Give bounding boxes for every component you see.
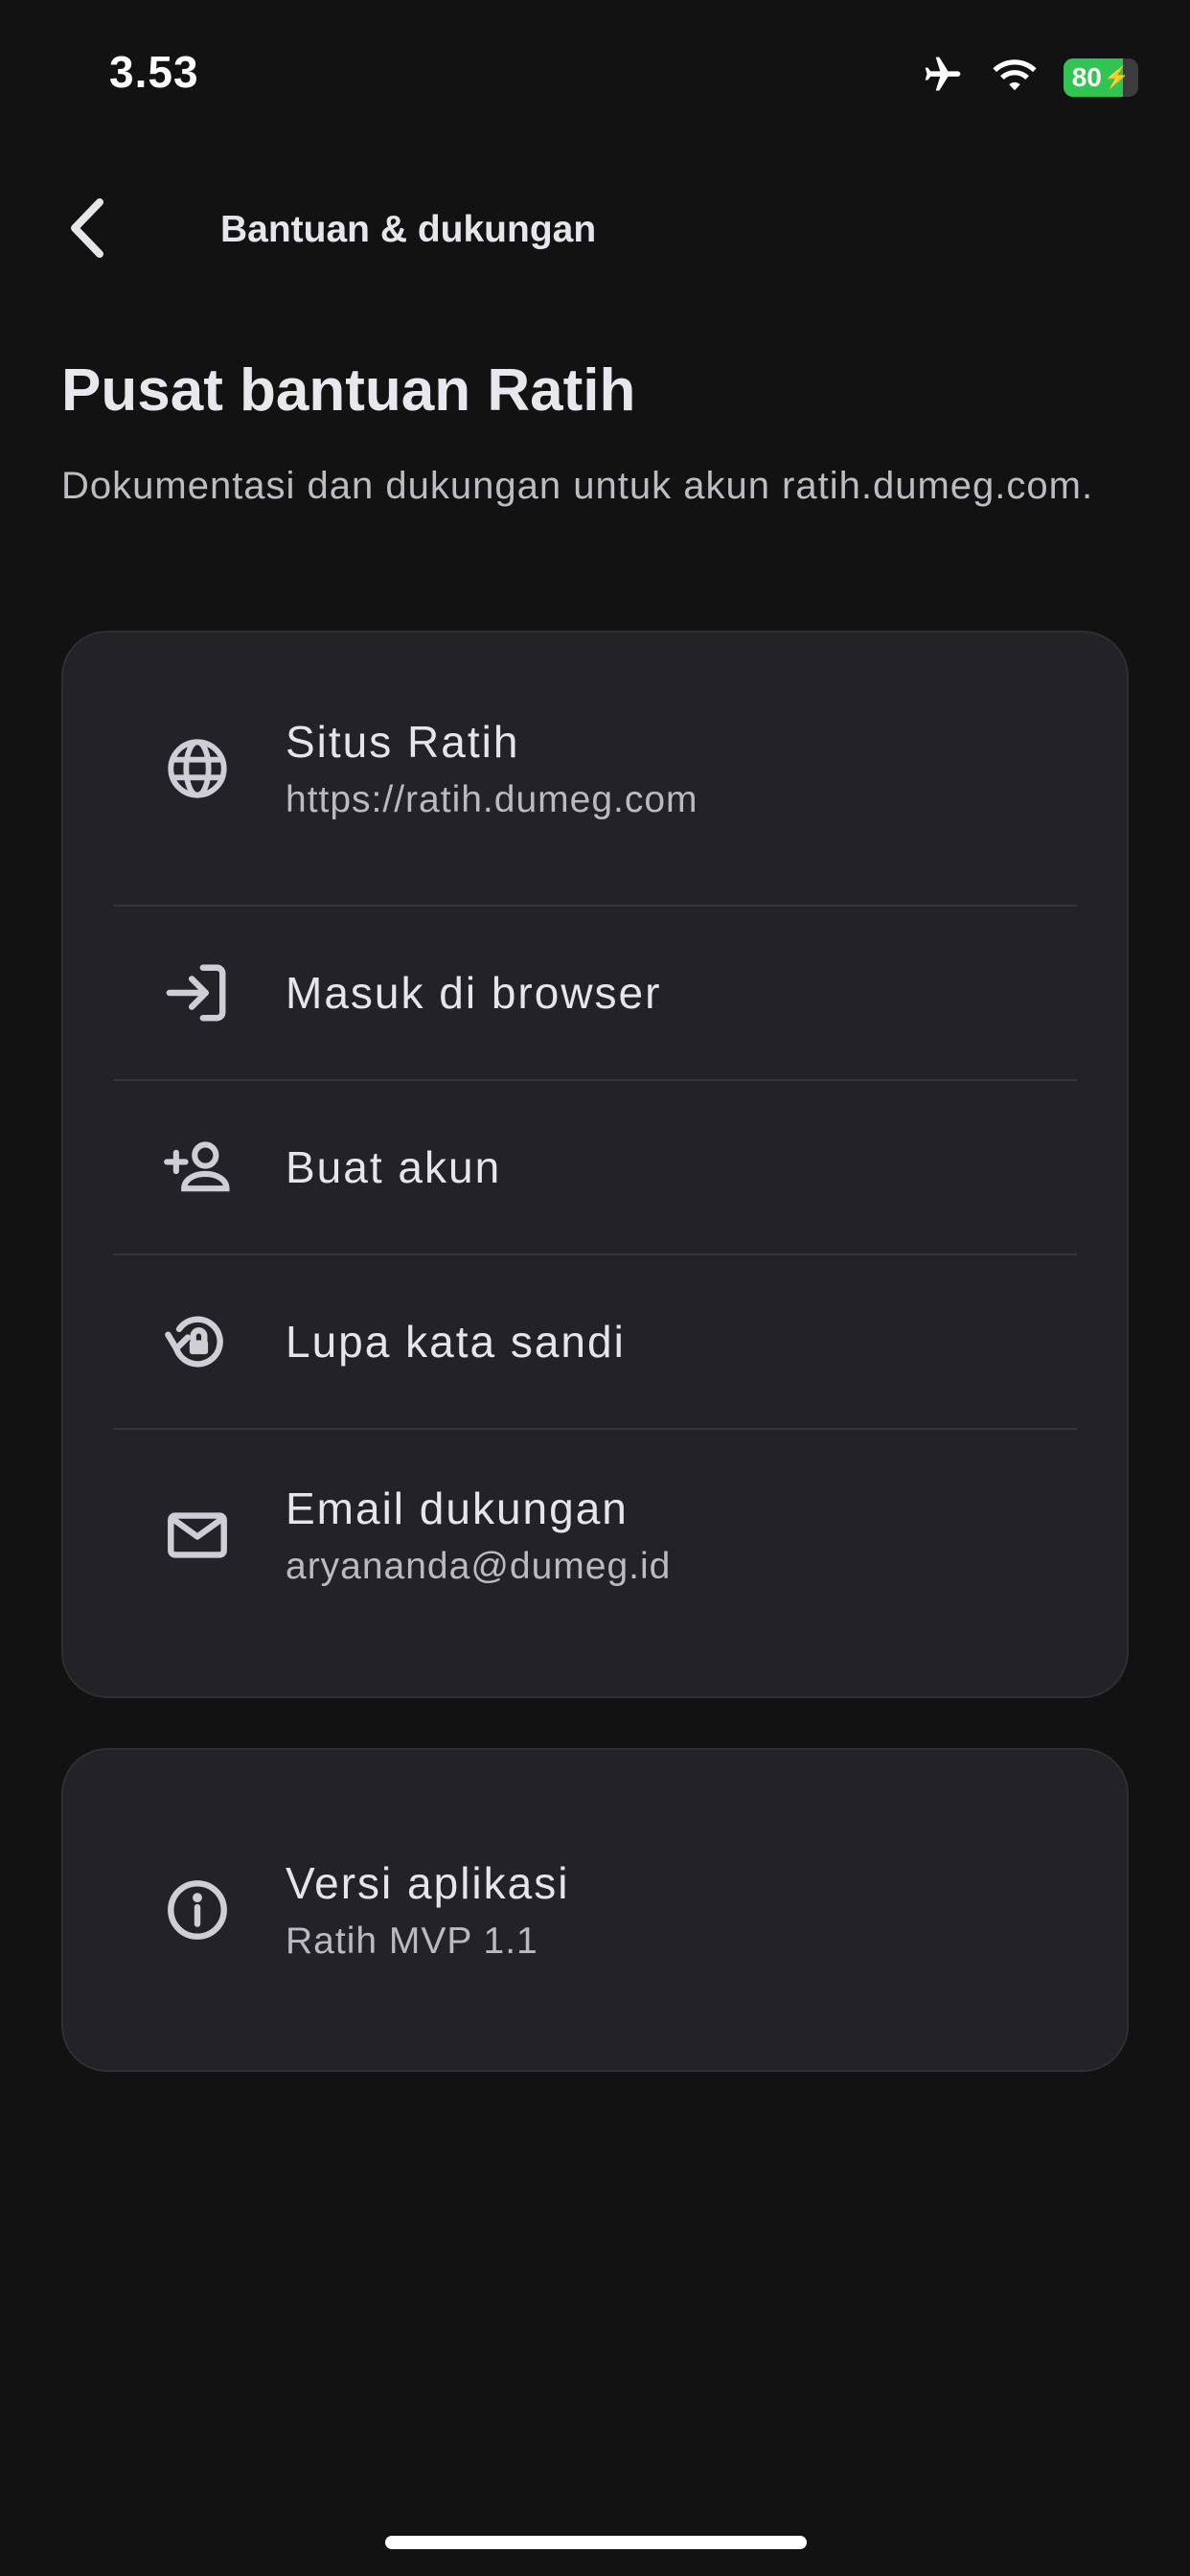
info-icon [163,1875,232,1944]
home-indicator[interactable] [385,2536,807,2549]
globe-icon [163,734,232,803]
wifi-icon [993,58,1037,97]
mail-icon [163,1501,232,1570]
version-title: Versi aplikasi [286,1858,570,1908]
link-buat-akun[interactable]: Buat akun [113,1081,1077,1254]
status-time: 3.53 [109,47,199,97]
battery-level: 80 ⚡ [1071,61,1131,92]
screen: 3.53 80 ⚡ Bantuan & dukungan Pusat bantua… [0,0,1190,2576]
link-title: Situs Ratih [286,717,520,767]
topbar-title: Bantuan & dukungan [220,209,597,250]
link-masuk-browser[interactable]: Masuk di browser [113,907,1077,1079]
link-title: Masuk di browser [286,968,662,1018]
version-card: Versi aplikasi Ratih MVP 1.1 [61,1748,1129,2072]
back-button[interactable] [56,190,117,266]
airplane-icon [920,54,966,101]
person-add-icon [163,1133,232,1202]
chevron-left-icon [71,198,103,258]
link-title: Buat akun [286,1142,502,1192]
link-title: Email dukungan [286,1484,629,1533]
link-situs-ratih[interactable]: Situs Ratih https://ratih.dumeg.com [113,690,1077,847]
link-subtitle: https://ratih.dumeg.com [286,779,698,820]
status-icons: 80 ⚡ [893,54,1138,101]
link-title: Lupa kata sandi [286,1317,626,1367]
page-description: Dokumentasi dan dukungan untuk akun rati… [61,465,1094,507]
link-email-dukungan[interactable]: Email dukungan aryananda@dumeg.id [113,1430,1077,1641]
battery-icon: 80 ⚡ [1064,58,1138,97]
page-title: Pusat bantuan Ratih [61,357,636,424]
lock-reset-icon [163,1307,232,1376]
version-row: Versi aplikasi Ratih MVP 1.1 [113,1807,1077,2012]
help-links-card: Situs Ratih https://ratih.dumeg.com Masu… [61,631,1129,1698]
link-subtitle: aryananda@dumeg.id [286,1546,672,1587]
version-value: Ratih MVP 1.1 [286,1920,538,1962]
link-lupa-kata-sandi[interactable]: Lupa kata sandi [113,1255,1077,1428]
login-icon [163,958,232,1027]
